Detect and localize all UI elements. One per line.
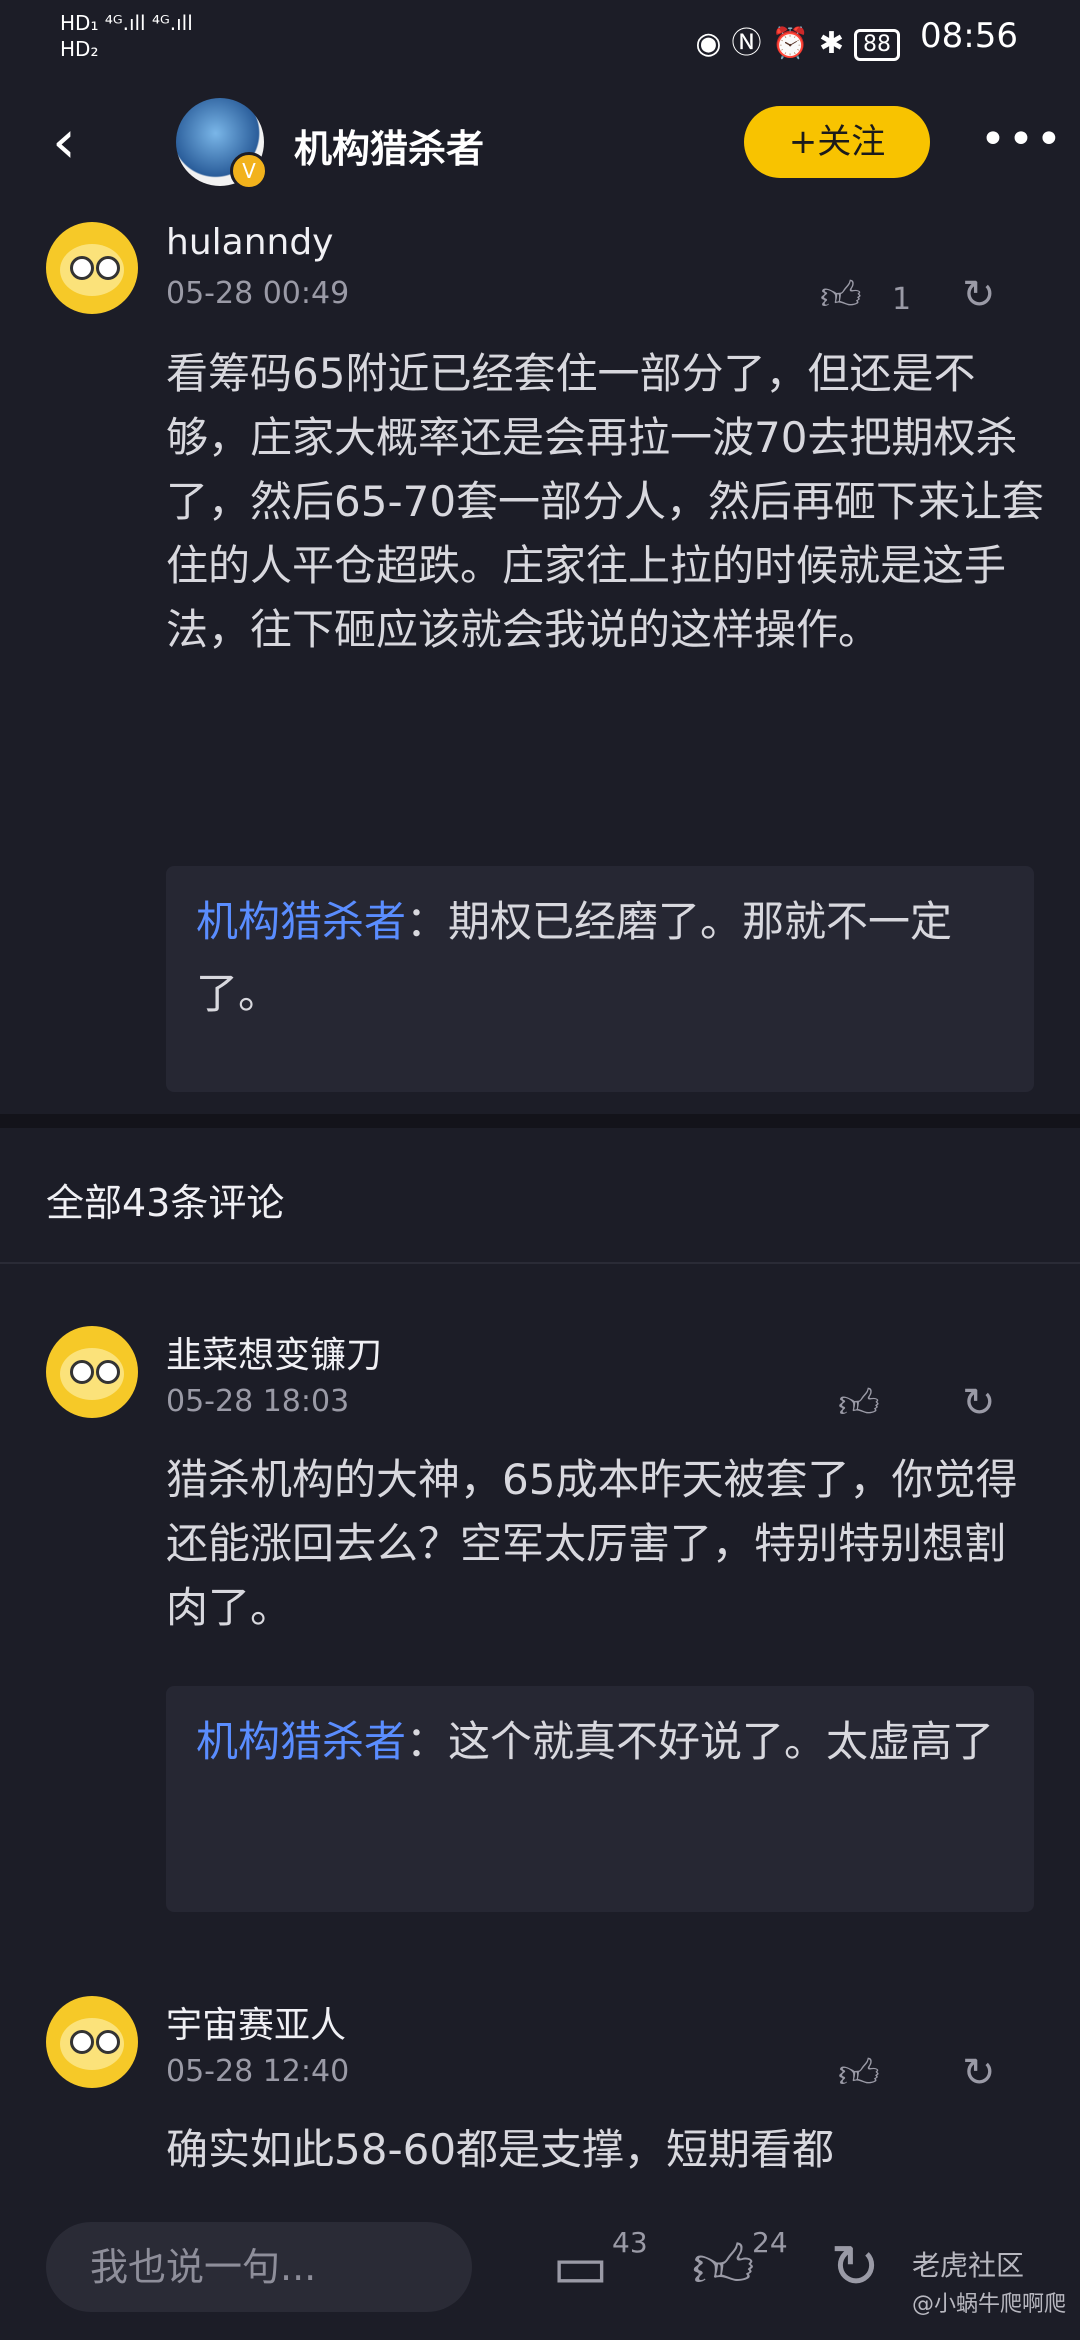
avatar[interactable] [46,1996,138,2088]
avatar-eye [96,256,120,280]
avatar[interactable] [46,222,138,314]
reply-text: ：这个就真不好说了。太虚高了 [406,1717,995,1766]
back-icon[interactable]: ‹ [52,112,92,172]
battery-indicator: 88 [854,28,900,61]
avatar-eye [70,256,94,280]
comment-username[interactable]: 宇宙赛亚人 [166,1996,346,2048]
comment-input[interactable]: 我也说一句... [46,2222,472,2312]
share-icon[interactable]: ↻ [830,2232,880,2302]
thumbs-up-icon[interactable]: 👍︎ [838,1380,880,1428]
reply-author[interactable]: 机构猎杀者 [196,897,406,946]
eye-icon: ◉ [695,26,732,61]
author-name[interactable]: 机构猎杀者 [294,118,484,173]
comment-date: 05-28 00:49 [166,276,350,311]
like-count: 24 [752,2226,788,2259]
watermark-author: @小蜗牛爬啊爬 [912,2292,1067,2317]
comment-text: 看筹码65附近已经套住一部分了，但还是不够，庄家大概率还是会再拉一波70去把期权… [166,349,1045,654]
share-icon[interactable]: ↻ [962,1380,996,1426]
verified-icon: V [230,152,268,190]
reply-author[interactable]: 机构猎杀者 [196,1717,406,1766]
avatar-eye [96,2030,120,2054]
alarm-icon: ⏰ [771,26,819,61]
divider [0,1262,1080,1264]
comments-count-title: 全部43条评论 [46,1181,285,1225]
bottom-bar: 我也说一句... ▭ 43 👍︎ 24 ↻ 老虎社区 @小蜗牛爬啊爬 [0,2196,1080,2340]
follow-button[interactable]: +关注 [744,106,930,178]
comment-username[interactable]: hulanndy [166,222,333,263]
share-icon[interactable]: ↻ [962,272,996,318]
avatar[interactable] [46,1326,138,1418]
comment-count: 43 [612,2226,648,2259]
signal-indicators: HD₁ ⁴ᴳ.ıll ⁴ᴳ.ıll HD₂ [60,11,193,61]
clock: 08:56 [920,16,1018,56]
thumbs-up-icon[interactable]: 👍︎ [838,2050,880,2098]
like-count: 1 [892,282,912,317]
comment-text: 确实如此58-60都是支撑，短期看都 [166,2125,835,2174]
comment-username[interactable]: 韭菜想变镰刀 [166,1326,382,1378]
status-icons: ◉Ⓝ⏰✱ 88 [695,18,900,62]
reply-box[interactable]: 机构猎杀者：这个就真不好说了。太虚高了 [166,1686,1034,1912]
status-bar: HD₁ ⁴ᴳ.ıll ⁴ᴳ.ıll HD₂ ◉Ⓝ⏰✱ 88 08:56 [0,0,1080,78]
section-divider [0,1114,1080,1128]
comment-text: 猎杀机构的大神，65成本昨天被套了，你觉得还能涨回去么？空军太厉害了，特别特别想… [166,1455,1018,1632]
more-icon[interactable]: ••• [980,114,1064,165]
avatar-eye [96,1360,120,1384]
avatar-eye [70,1360,94,1384]
bluetooth-icon: ✱ [818,26,854,61]
nfc-icon: Ⓝ [731,26,772,61]
thumbs-up-icon[interactable]: 👍︎ [692,2232,755,2304]
top-nav: ‹ V 机构猎杀者 +关注 ••• [0,78,1080,206]
watermark-logo: 老虎社区 [912,2249,1025,2282]
avatar-eye [70,2030,94,2054]
comment-date: 05-28 18:03 [166,1384,350,1419]
reply-box[interactable]: 机构猎杀者：期权已经磨了。那就不一定了。 [166,866,1034,1092]
comment-icon[interactable]: ▭ [552,2232,609,2302]
comment-date: 05-28 12:40 [166,2054,350,2089]
thumbs-up-icon[interactable]: 👍︎ [820,272,862,320]
share-icon[interactable]: ↻ [962,2050,996,2096]
